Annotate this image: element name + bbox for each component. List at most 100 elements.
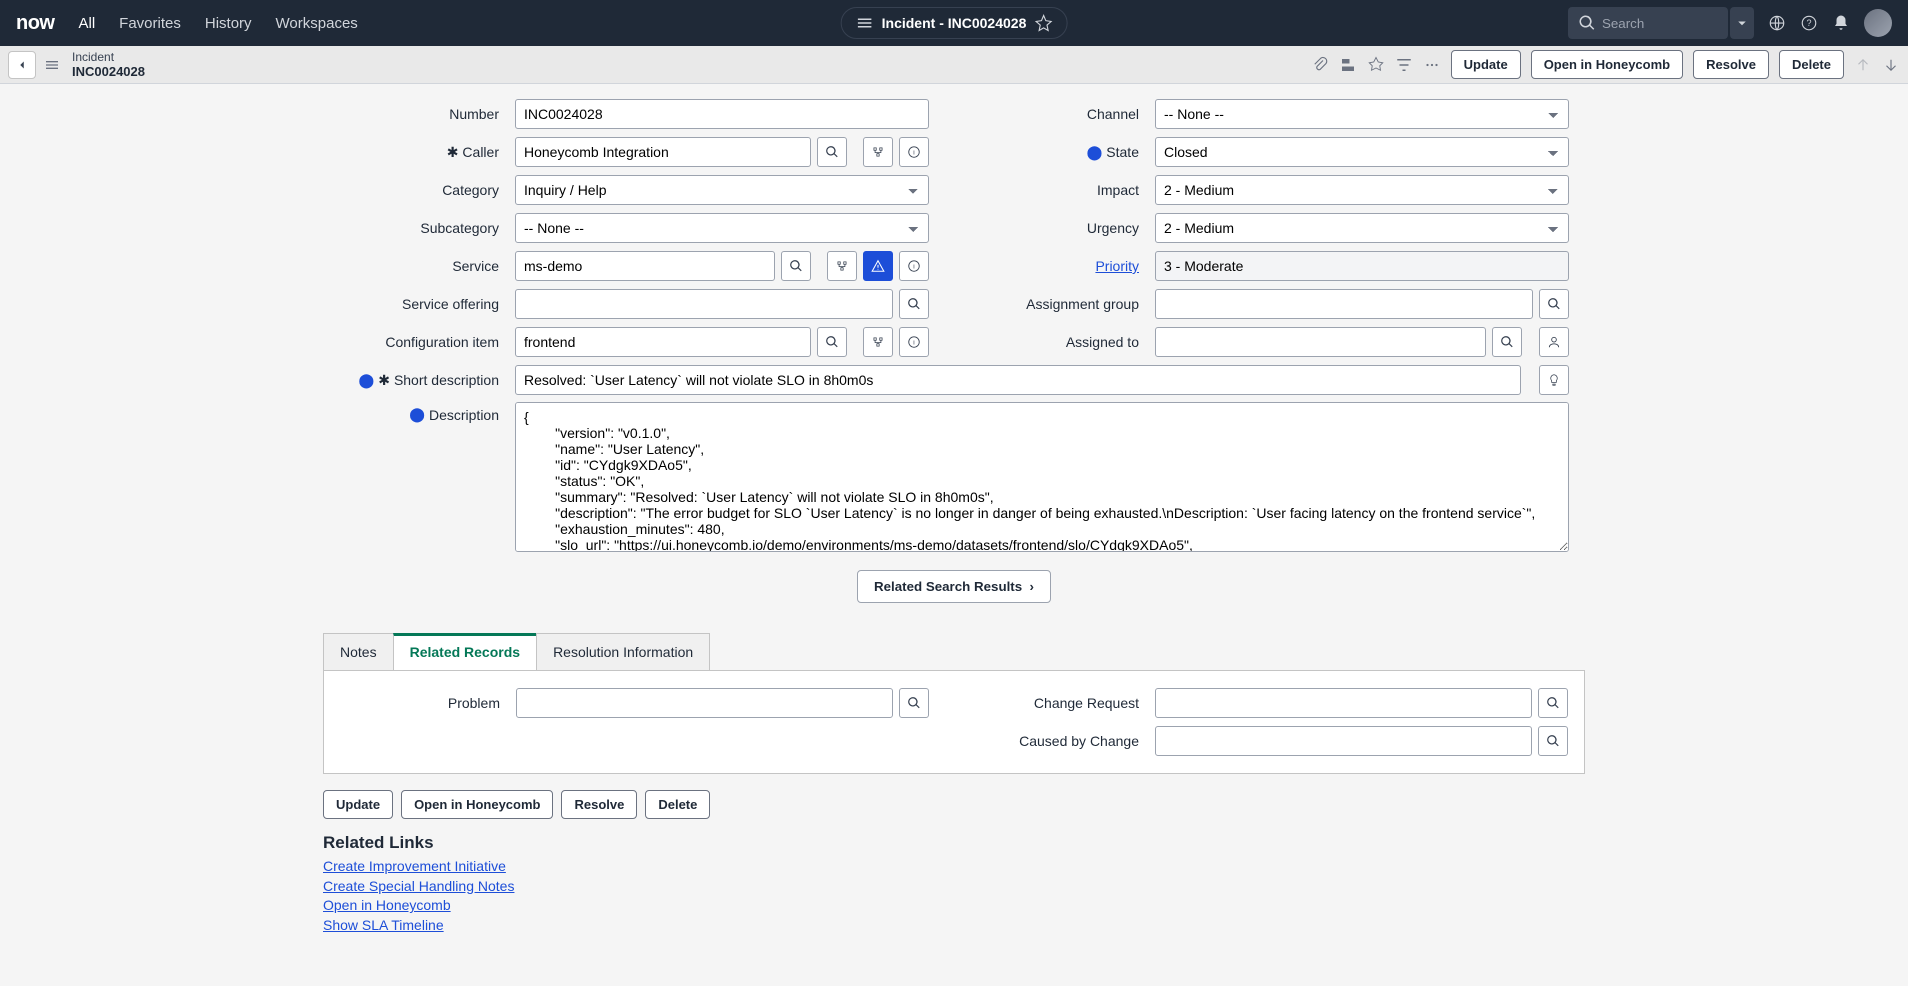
record-pill[interactable]: Incident - INC0024028 <box>841 7 1068 39</box>
service-field[interactable] <box>515 251 775 281</box>
caused-by-lookup[interactable] <box>1538 726 1568 756</box>
caller-lookup[interactable] <box>817 137 847 167</box>
next-record-icon[interactable] <box>1882 56 1900 74</box>
title-block: Incident INC0024028 <box>72 50 145 79</box>
category-field[interactable]: Inquiry / Help <box>515 175 929 205</box>
globe-icon[interactable] <box>1768 14 1786 32</box>
assignment-group-field[interactable] <box>1155 289 1533 319</box>
service-alert[interactable] <box>863 251 893 281</box>
caller-tree[interactable] <box>863 137 893 167</box>
tab-resolution[interactable]: Resolution Information <box>536 633 710 670</box>
assigned-to-field[interactable] <box>1155 327 1486 357</box>
delete-button[interactable]: Delete <box>1779 50 1844 79</box>
resolve-button-bottom[interactable]: Resolve <box>561 790 637 819</box>
caused-by-label: Caused by Change <box>979 733 1149 749</box>
related-link-2[interactable]: Open in Honeycomb <box>323 896 1585 916</box>
open-honeycomb-button[interactable]: Open in Honeycomb <box>1531 50 1683 79</box>
tab-notes[interactable]: Notes <box>323 633 394 670</box>
row-ci: Configuration item i <box>339 326 929 358</box>
personalize-icon[interactable] <box>1367 56 1385 74</box>
change-request-field[interactable] <box>1155 688 1532 718</box>
short-desc-field[interactable] <box>515 365 1521 395</box>
caused-by-field[interactable] <box>1155 726 1532 756</box>
related-links-heading: Related Links <box>323 833 1585 853</box>
change-request-lookup[interactable] <box>1538 688 1568 718</box>
ci-info[interactable]: i <box>899 327 929 357</box>
tab-related-records[interactable]: Related Records <box>393 633 537 670</box>
assigned-to-me[interactable] <box>1539 327 1569 357</box>
row-priority: Priority <box>979 250 1569 282</box>
assigned-to-label: Assigned to <box>979 334 1149 350</box>
search-dropdown[interactable] <box>1730 7 1754 39</box>
nav-favorites[interactable]: Favorites <box>119 15 181 32</box>
search-input[interactable] <box>1602 16 1702 31</box>
menu-icon[interactable] <box>44 57 60 73</box>
info-icon: i <box>907 145 921 159</box>
global-search[interactable] <box>1568 7 1728 39</box>
update-button-bottom[interactable]: Update <box>323 790 393 819</box>
chevron-down-icon <box>1733 14 1751 32</box>
more-icon[interactable] <box>1423 56 1441 74</box>
related-search-button[interactable]: Related Search Results › <box>857 570 1051 603</box>
update-button[interactable]: Update <box>1451 50 1521 79</box>
ci-lookup[interactable] <box>817 327 847 357</box>
service-tree[interactable] <box>827 251 857 281</box>
list-icon <box>856 14 874 32</box>
ci-tree[interactable] <box>863 327 893 357</box>
caller-field[interactable] <box>515 137 811 167</box>
help-icon[interactable]: ? <box>1800 14 1818 32</box>
row-service-offering: Service offering <box>339 288 929 320</box>
urgency-field[interactable]: 2 - Medium <box>1155 213 1569 243</box>
nav-workspaces[interactable]: Workspaces <box>276 15 358 32</box>
subcategory-field[interactable]: -- None -- <box>515 213 929 243</box>
chevron-left-icon <box>15 58 29 72</box>
activity-icon[interactable] <box>1339 56 1357 74</box>
star-icon[interactable] <box>1034 14 1052 32</box>
problem-field[interactable] <box>516 688 893 718</box>
filter-icon[interactable] <box>1395 56 1413 74</box>
resolve-button[interactable]: Resolve <box>1693 50 1769 79</box>
search-icon <box>1578 14 1596 32</box>
desc-field[interactable] <box>515 402 1569 552</box>
number-field[interactable] <box>515 99 929 129</box>
row-number: Number <box>339 98 929 130</box>
search-icon <box>1546 696 1560 710</box>
impact-field[interactable]: 2 - Medium <box>1155 175 1569 205</box>
priority-label[interactable]: Priority <box>1095 258 1139 274</box>
delete-button-bottom[interactable]: Delete <box>645 790 710 819</box>
problem-lookup[interactable] <box>899 688 929 718</box>
row-state: ⬤State Closed <box>979 136 1569 168</box>
search-icon <box>907 696 921 710</box>
assigned-to-lookup[interactable] <box>1492 327 1522 357</box>
bell-icon[interactable] <box>1832 14 1850 32</box>
related-link-0[interactable]: Create Improvement Initiative <box>323 857 1585 877</box>
service-info[interactable]: i <box>899 251 929 281</box>
nav-all[interactable]: All <box>79 15 96 32</box>
svg-text:i: i <box>913 149 914 156</box>
category-label: Category <box>339 182 509 198</box>
search-icon <box>825 145 839 159</box>
related-link-3[interactable]: Show SLA Timeline <box>323 916 1585 936</box>
prev-record-icon[interactable] <box>1854 56 1872 74</box>
search-icon <box>907 297 921 311</box>
assignment-group-lookup[interactable] <box>1539 289 1569 319</box>
channel-field[interactable]: -- None -- <box>1155 99 1569 129</box>
back-button[interactable] <box>8 51 36 79</box>
state-field[interactable]: Closed <box>1155 137 1569 167</box>
search-icon <box>825 335 839 349</box>
open-honeycomb-button-bottom[interactable]: Open in Honeycomb <box>401 790 553 819</box>
ci-field[interactable] <box>515 327 811 357</box>
service-offering-lookup[interactable] <box>899 289 929 319</box>
user-avatar[interactable] <box>1864 9 1892 37</box>
subcategory-label: Subcategory <box>339 220 509 236</box>
urgency-label: Urgency <box>979 220 1149 236</box>
alert-icon <box>871 259 885 273</box>
attachment-icon[interactable] <box>1311 56 1329 74</box>
short-desc-suggest[interactable] <box>1539 365 1569 395</box>
service-offering-field[interactable] <box>515 289 893 319</box>
row-category: Category Inquiry / Help <box>339 174 929 206</box>
service-lookup[interactable] <box>781 251 811 281</box>
related-link-1[interactable]: Create Special Handling Notes <box>323 877 1585 897</box>
nav-history[interactable]: History <box>205 15 252 32</box>
caller-info[interactable]: i <box>899 137 929 167</box>
